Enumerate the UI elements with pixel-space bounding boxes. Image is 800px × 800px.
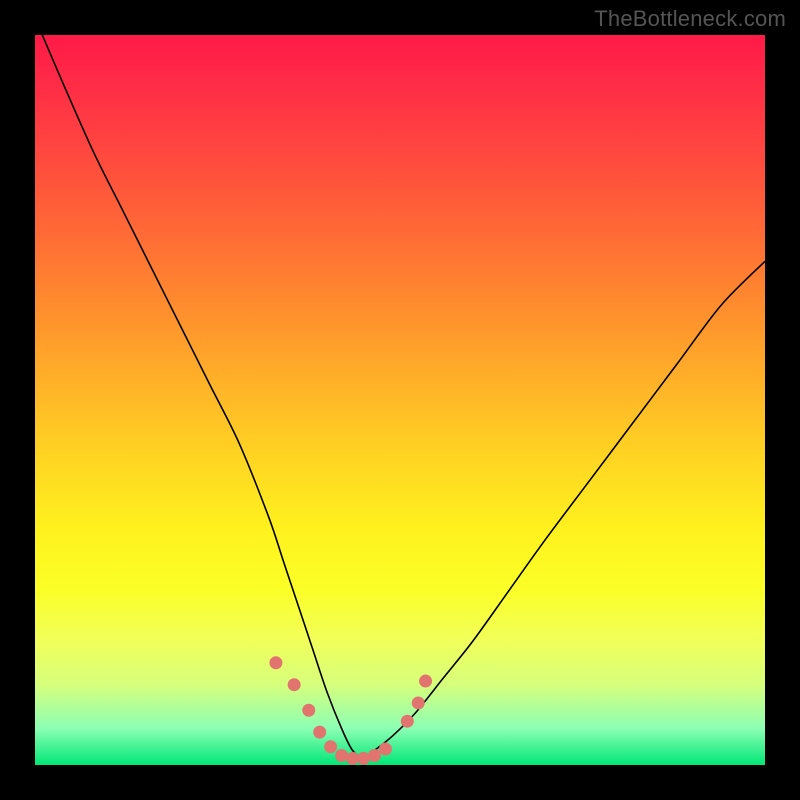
chart-svg [35,35,765,765]
curve-marker [302,704,315,717]
plot-area [35,35,765,765]
curve-marker [401,715,414,728]
curve-marker [412,696,425,709]
curve-marker [419,675,432,688]
curve-marker [269,656,282,669]
chart-frame: TheBottleneck.com [0,0,800,800]
curve-marker [357,752,370,765]
curve-marker [335,749,348,762]
curve-marker [288,678,301,691]
curve-marker [379,742,392,755]
curve-marker [368,749,381,762]
watermark-text: TheBottleneck.com [594,6,786,32]
curve-marker [313,726,326,739]
bottleneck-curve [42,35,765,758]
curve-marker [324,740,337,753]
